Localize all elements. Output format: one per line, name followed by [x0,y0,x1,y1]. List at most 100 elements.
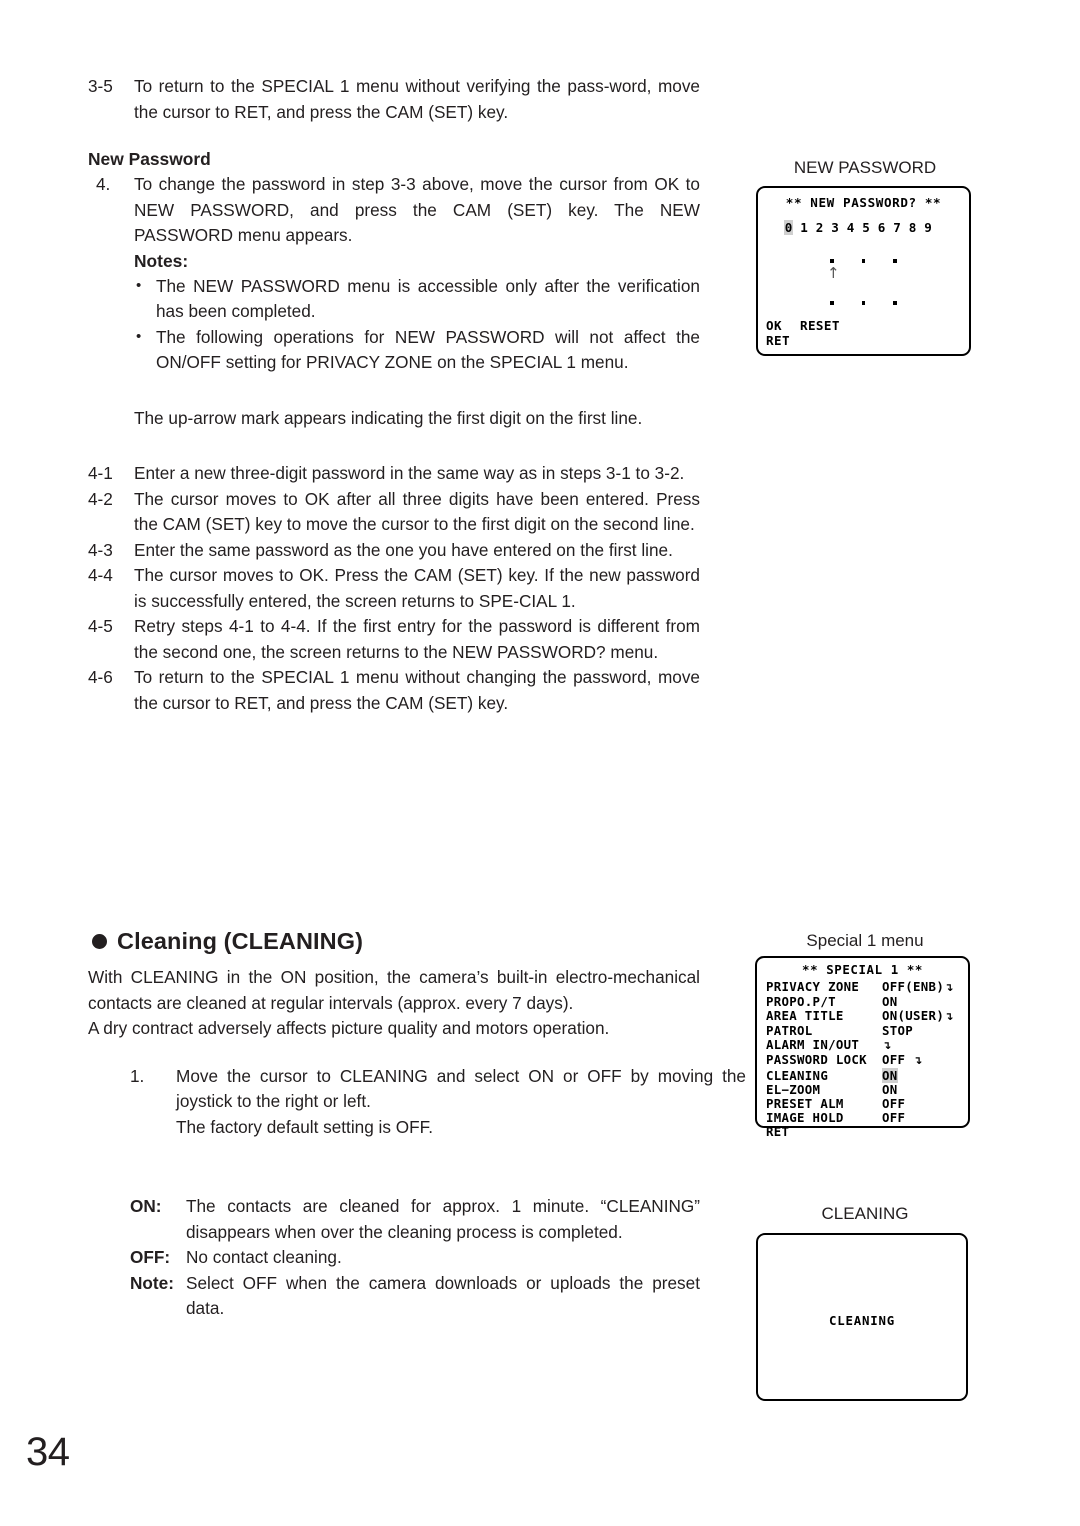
new-password-osd-caption: NEW PASSWORD [793,158,937,177]
special1-row-label: PRESET ALM [766,1095,844,1111]
note-item-text: The NEW PASSWORD menu is accessible only… [156,275,700,322]
special1-row[interactable]: PASSWORD LOCK OFF ↴ [766,1053,964,1068]
cleaning-osd-caption: CLEANING [821,1204,909,1223]
special1-row[interactable]: PRIVACY ZONE OFF(ENB)↴ [766,979,964,995]
definition-note-text: Select OFF when the camera downloads or … [186,1272,700,1319]
password-digit-6[interactable]: 6 [877,220,886,235]
special1-row-value[interactable]: OFF(ENB) [882,979,944,994]
password-digit-3[interactable]: 3 [831,220,840,235]
special1-row-value[interactable]: ON(USER) [882,1008,944,1023]
step-4-2-text: The cursor moves to OK after all three d… [134,488,700,535]
cleaning-osd-message: CLEANING [828,1313,896,1328]
special1-row-label: PRIVACY ZONE [766,979,860,994]
special1-row-label: PROPO.P/T [766,994,836,1010]
step-3-5-marker: 3-5 [88,76,113,96]
definition-on-term: ON: [130,1196,162,1216]
special1-row-label: EL−ZOOM [766,1081,821,1097]
cleaning-para-1: With CLEANING in the ON position, the ca… [88,967,700,1013]
password-digit-0[interactable]: 0 [784,220,793,235]
manual-page: 3-5 To return to the SPECIAL 1 menu with… [0,0,1080,1526]
special1-row-value[interactable]: ON [882,1082,898,1097]
entry-dot [861,301,866,305]
step-4-5: 4-5 Retry steps 4-1 to 4-4. If the first… [88,614,700,665]
password-digit-4[interactable]: 4 [846,220,855,235]
step-4-4: 4-4 The cursor moves to OK. Press the CA… [88,563,700,614]
special1-row[interactable]: PRESET ALM OFF [766,1095,964,1111]
new-password-entry-grid: ↑ [826,259,914,315]
step-4-2: 4-2 The cursor moves to OK after all thr… [88,487,700,538]
password-digit-5[interactable]: 5 [862,220,871,235]
special1-row-label: ALARM IN/OUT [766,1037,860,1053]
password-digit-9[interactable]: 9 [924,220,933,235]
submenu-arrow-icon: ↴ [913,1054,923,1068]
special1-row-value[interactable]: OFF [882,1096,905,1111]
new-password-digit-row[interactable]: 0123456789 [784,220,933,235]
special1-row[interactable]: PROPO.P/T ON [766,994,964,1010]
cleaning-section-body: With CLEANING in the ON position, the ca… [88,965,746,1140]
definition-on: ON: The contacts are cleaned for approx.… [130,1194,700,1245]
note-item: • The NEW PASSWORD menu is accessible on… [134,274,700,325]
cleaning-step-1-marker: 1. [130,1065,145,1086]
special1-row-label: AREA TITLE [766,1008,844,1024]
special1-row-value[interactable]: OFF [882,1052,913,1067]
special1-osd-title: ** SPECIAL 1 ** [802,962,923,977]
step-3-5: 3-5 To return to the SPECIAL 1 menu with… [88,74,700,125]
special1-row[interactable]: EL−ZOOM ON [766,1081,964,1097]
new-password-osd-screen: ** NEW PASSWORD? ** 0123456789 ↑ OK RESET… [756,186,971,356]
step-4-6-marker: 4-6 [88,667,113,687]
special1-row-label: RET [766,1123,790,1139]
step-4-1-marker: 4-1 [88,463,113,483]
step-4-3: 4-3 Enter the same password as the one y… [88,538,700,564]
step-4-4-marker: 4-4 [88,565,113,585]
special1-row-value[interactable]: ON [882,994,898,1009]
special1-row-value[interactable]: STOP [882,1023,913,1038]
new-password-osd-title: ** NEW PASSWORD? ** [785,195,942,210]
special1-row-label: IMAGE HOLD [766,1109,844,1125]
cleaning-section-heading: Cleaning (CLEANING) [92,928,363,955]
password-digit-2[interactable]: 2 [815,220,824,235]
special1-osd-screen: ** SPECIAL 1 ** PRIVACY ZONE OFF(ENB)↴ PRO… [755,956,970,1139]
step-4-3-text: Enter the same password as the one you h… [134,539,673,560]
password-digit-8[interactable]: 8 [908,220,917,235]
step-3-5-text: To return to the SPECIAL 1 menu without … [134,76,700,122]
step-4-6: 4-6 To return to the SPECIAL 1 menu with… [88,665,700,716]
new-password-ret-item[interactable]: RET [766,333,840,348]
special1-row[interactable]: CLEANING ON [766,1067,964,1083]
entry-dot [830,301,834,305]
special1-row[interactable]: IMAGE HOLD OFF [766,1109,964,1125]
left-text-column: 3-5 To return to the SPECIAL 1 menu with… [88,74,700,716]
submenu-arrow-icon: ↴ [944,1010,954,1024]
special1-row-label: CLEANING [766,1067,829,1083]
special1-row[interactable]: PATROL STOP [766,1024,964,1038]
special1-row-value[interactable]: ON [882,1067,898,1083]
password-digit-1[interactable]: 1 [800,220,809,235]
special1-row[interactable]: RET [766,1123,964,1139]
password-digit-7[interactable]: 7 [893,220,902,235]
special1-menu-rows: PRIVACY ZONE OFF(ENB)↴ PROPO.P/T ON AREA TIT… [766,979,964,1139]
special1-osd-caption: Special 1 menu [806,931,924,950]
cleaning-step-1-extra: The factory default setting is OFF. [176,1116,433,1137]
step-4-3-marker: 4-3 [88,539,113,560]
step-4-marker: 4. [96,174,111,194]
special1-row[interactable]: ALARM IN/OUT ↴ [766,1038,964,1053]
special1-row-value[interactable]: OFF [882,1110,905,1125]
entry-dot [893,259,897,263]
step-4-5-text: Retry steps 4-1 to 4-4. If the first ent… [134,616,700,662]
new-password-ok-item[interactable]: OK [766,318,782,333]
entry-dot [893,301,897,305]
entry-row-2 [826,301,914,305]
special1-row[interactable]: AREA TITLE ON(USER)↴ [766,1009,964,1024]
notes-list: • The NEW PASSWORD menu is accessible on… [134,274,700,376]
special1-row-label: PATROL [766,1023,813,1039]
special1-row-label: PASSWORD LOCK [766,1052,867,1068]
step-4-1: 4-1 Enter a new three-digit password in … [88,461,700,487]
new-password-reset-item[interactable]: RESET [800,318,840,333]
step-4-4-text: The cursor moves to OK. Press the CAM (S… [134,565,700,611]
note-item: • The following operations for NEW PASSW… [134,325,700,376]
step-4-6-text: To return to the SPECIAL 1 menu without … [134,667,700,713]
step-4-1-text: Enter a new three-digit password in the … [134,463,685,483]
new-password-heading: New Password [88,149,211,169]
bullet-dot-icon: • [136,276,142,294]
definition-off-term: OFF: [130,1247,171,1267]
new-password-osd-footer: OK RESET RET [766,318,840,348]
